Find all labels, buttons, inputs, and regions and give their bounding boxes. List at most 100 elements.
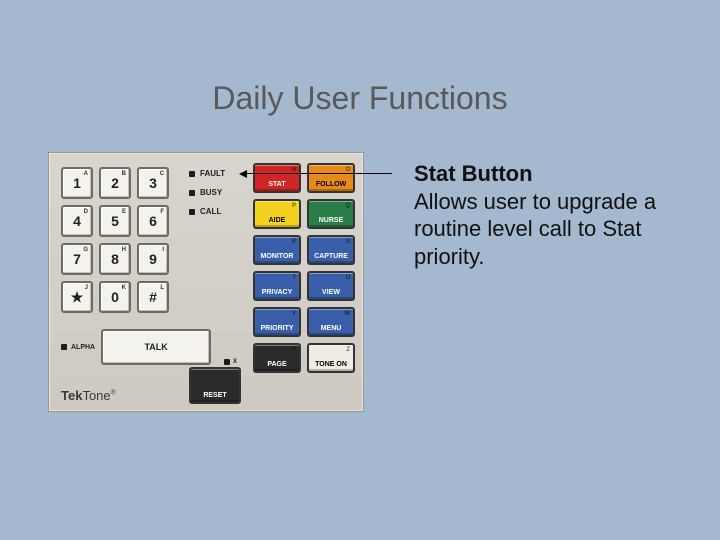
led-dot-icon [224,359,230,365]
arrowhead-icon [239,170,247,178]
page-title: Daily User Functions [0,80,720,117]
tone-on-button[interactable]: TONE ON Z [307,343,355,373]
aide-button[interactable]: AIDE P [253,199,301,229]
button-sup: Z [346,347,350,353]
key-2[interactable]: 2B [99,167,131,199]
brand-logo: TekTone® [61,388,116,403]
key-sup: D [84,209,88,215]
callout-text: Stat Button Allows user to upgrade a rou… [414,160,684,270]
key-label: 4 [73,213,81,229]
button-label: CAPTURE [314,253,348,260]
led-call: CALL [189,207,225,216]
reset-wrap: X RESET [189,359,241,404]
callout-line [244,173,392,174]
button-sup: T [292,275,296,281]
led-fault: FAULT [189,169,225,178]
button-label: RESET [203,392,226,399]
priority-button[interactable]: PRIORITY V [253,307,301,337]
led-dot-icon [189,209,195,215]
key-sup: G [83,247,88,253]
key-label: 0 [111,289,119,305]
key-7[interactable]: 7G [61,243,93,275]
led-label: FAULT [200,169,225,178]
led-busy: BUSY [189,188,225,197]
numeric-keypad: 1A 2B 3C 4D 5E 6F 7G 8H 9I ★J 0K #L [61,167,169,313]
key-sup: L [160,285,164,291]
button-label: MENU [321,325,342,332]
key-sup: E [122,209,126,215]
key-label: # [149,289,157,305]
key-label: 2 [111,175,119,191]
led-dot-icon [189,171,195,177]
button-label: NURSE [319,217,344,224]
key-sup: J [85,285,88,291]
button-label: PRIVACY [262,289,293,296]
capture-button[interactable]: CAPTURE S [307,235,355,265]
button-label: STAT [268,181,285,188]
function-button-grid: STATN FOLLOWO AIDE P NURSE Q MONITOR R CAPT… [253,163,355,373]
button-sup: U [346,275,350,281]
button-label: PAGE [267,361,286,368]
key-8[interactable]: 8H [99,243,131,275]
view-button[interactable]: VIEW U [307,271,355,301]
button-sup: R [292,239,296,245]
alpha-label: ALPHA [71,344,95,351]
key-sup: B [122,171,126,177]
key-sup: A [84,171,88,177]
privacy-button[interactable]: PRIVACY T [253,271,301,301]
led-dot-icon [189,190,195,196]
menu-button[interactable]: MENU W [307,307,355,337]
key-label: ★ [71,289,84,306]
button-sup: Q [345,203,350,209]
key-hash[interactable]: #L [137,281,169,313]
key-sup: H [122,247,126,253]
brand-part-a: Tek [61,388,82,403]
nurse-button[interactable]: NURSE Q [307,199,355,229]
key-label: 1 [73,175,81,191]
button-label: MONITOR [261,253,294,260]
key-label: 5 [111,213,119,229]
key-label: 3 [149,175,157,191]
button-label: FOLLOW [316,181,346,188]
callout-heading: Stat Button [414,161,533,186]
control-panel: 1A 2B 3C 4D 5E 6F 7G 8H 9I ★J 0K #L FAUL… [48,152,364,412]
button-label: TONE ON [315,361,347,368]
brand-part-b: Tone [82,388,110,403]
slide: Daily User Functions 1A 2B 3C 4D 5E 6F 7… [0,0,720,540]
page-button[interactable]: PAGE Y [253,343,301,373]
key-9[interactable]: 9I [137,243,169,275]
key-star[interactable]: ★J [61,281,93,313]
key-4[interactable]: 4D [61,205,93,237]
led-label: BUSY [200,188,222,197]
key-6[interactable]: 6F [137,205,169,237]
follow-button[interactable]: FOLLOWO [307,163,355,193]
button-label: VIEW [322,289,340,296]
key-5[interactable]: 5E [99,205,131,237]
button-sup: S [346,239,350,245]
key-1[interactable]: 1A [61,167,93,199]
alpha-indicator: ALPHA [61,344,95,351]
led-label: CALL [200,207,221,216]
key-label: 9 [149,251,157,267]
button-sup: V [292,311,296,317]
reset-button[interactable]: RESET [189,367,241,404]
monitor-button[interactable]: MONITOR R [253,235,301,265]
button-sup: Y [292,347,296,353]
key-sup: K [122,285,126,291]
key-sup: C [160,171,164,177]
key-sup: I [162,247,164,253]
led-dot-icon [61,344,67,350]
button-sup: P [292,203,296,209]
key-3[interactable]: 3C [137,167,169,199]
led-indicators: FAULT BUSY CALL [189,169,225,216]
key-sup: F [160,209,164,215]
reset-sup: X [224,359,237,365]
key-0[interactable]: 0K [99,281,131,313]
button-label: TALK [144,342,167,352]
button-label: AIDE [269,217,286,224]
key-label: 6 [149,213,157,229]
key-label: 7 [73,251,81,267]
stat-button[interactable]: STATN [253,163,301,193]
button-sup: W [344,311,350,317]
button-label: PRIORITY [260,325,293,332]
